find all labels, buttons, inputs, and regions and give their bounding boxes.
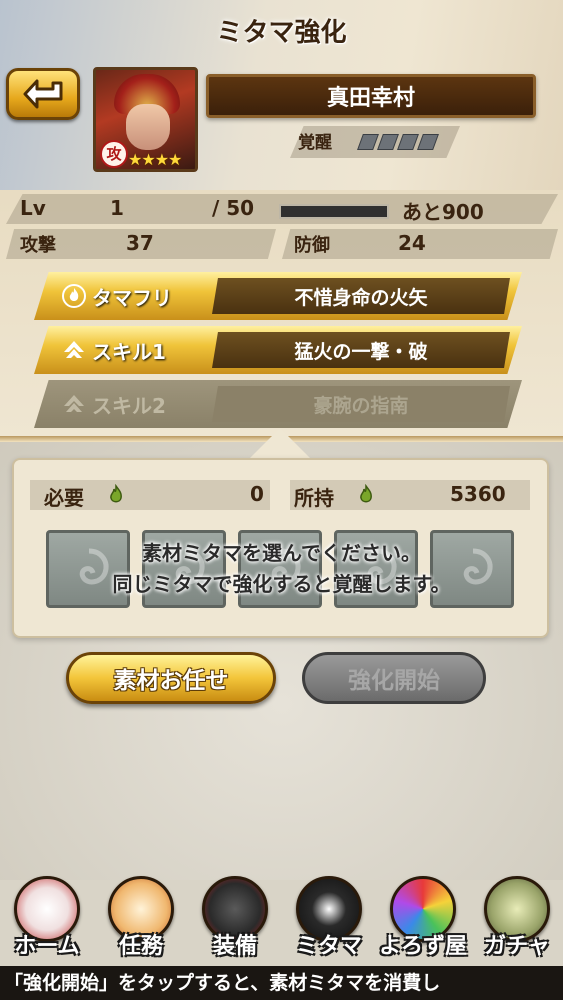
skill-label: スキル1 [92, 339, 166, 364]
nav-shop[interactable]: よろず屋 [376, 872, 470, 968]
nav-label: ミタマ [295, 934, 362, 959]
auto-select-button[interactable]: 素材お任せ [66, 652, 276, 704]
defense-label: 防御 [294, 235, 330, 256]
page-title: ミタマ強化 [216, 18, 347, 48]
skill-row-tamafuri[interactable]: タマフリ 不惜身命の火矢 [34, 272, 522, 320]
awakening-pip [357, 134, 379, 150]
skill-label: スキル2 [92, 393, 166, 418]
skill-row-skill2[interactable]: スキル2 豪腕の指南 [34, 380, 522, 428]
nav-label: ガチャ [484, 934, 550, 959]
face-art [126, 104, 170, 150]
level-value: 1 [110, 196, 124, 220]
character-portrait[interactable]: 攻 ★★★★ [93, 67, 198, 172]
skill-row-skill1[interactable]: スキル1 猛火の一撃・破 [34, 326, 522, 374]
rarity-stars: ★★★★ [128, 150, 182, 169]
awakening-label: 覚醒 [298, 133, 332, 153]
required-value: 0 [250, 482, 264, 506]
skill-arrow-icon [64, 341, 84, 358]
skill-value: 猛火の一撃・破 [212, 332, 510, 368]
awakening-pip [417, 134, 439, 150]
nav-mitama[interactable]: ミタマ [282, 872, 376, 968]
return-arrow-icon [23, 79, 63, 109]
nav-label: ホーム [14, 934, 80, 959]
skill-arrow-icon [64, 395, 84, 412]
hint-line-1: 素材ミタマを選んでください。 [142, 541, 421, 565]
flame-icon [62, 284, 86, 308]
nav-label: 任務 [118, 934, 163, 959]
bottom-nav: ホーム 任務 装備 ミタマ よろず屋 ガチャ [0, 872, 563, 968]
spirit-flame-icon [110, 484, 122, 503]
skill-label-area: スキル1 [48, 330, 216, 370]
hint-line-2: 同じミタマで強化すると覚醒します。 [112, 572, 451, 596]
awakening-pip [397, 134, 419, 150]
skill-value: 豪腕の指南 [212, 386, 510, 422]
skill-label: タマフリ [92, 285, 172, 310]
attack-value: 37 [126, 231, 154, 255]
nav-mission[interactable]: 任務 [94, 872, 188, 968]
skill-label-area: スキル2 [48, 384, 216, 424]
nav-equipment[interactable]: 装備 [188, 872, 282, 968]
awakening-pips [357, 134, 439, 150]
level-max: / 50 [212, 196, 255, 220]
attack-type-badge: 攻 [100, 140, 128, 168]
defense-value: 24 [398, 231, 426, 255]
xp-remaining: あと900 [402, 200, 484, 224]
nav-gacha[interactable]: ガチャ [470, 872, 563, 968]
material-hint: 素材ミタマを選んでください。 同じミタマで強化すると覚醒します。 [48, 538, 515, 600]
owned-value: 5360 [450, 482, 506, 506]
character-name: 真田幸村 [206, 74, 536, 118]
owned-label: 所持 [294, 486, 334, 510]
attack-label: 攻撃 [20, 235, 56, 256]
required-label: 必要 [44, 486, 84, 510]
skill-value: 不惜身命の火矢 [212, 278, 510, 314]
start-enhance-button[interactable]: 強化開始 [302, 652, 486, 704]
nav-label: よろず屋 [378, 934, 467, 959]
info-ticker: 「強化開始」をタップすると、素材ミタマを消費し [0, 966, 563, 1000]
skill-label-area: タマフリ [48, 276, 216, 316]
nav-label: 装備 [212, 934, 257, 959]
xp-bar [279, 204, 389, 219]
awakening-pip [377, 134, 399, 150]
back-button[interactable] [6, 68, 80, 120]
nav-home[interactable]: ホーム [0, 872, 94, 968]
spirit-flame-icon [360, 484, 372, 503]
panel-notch [250, 428, 310, 458]
level-label: Lv [20, 196, 46, 220]
